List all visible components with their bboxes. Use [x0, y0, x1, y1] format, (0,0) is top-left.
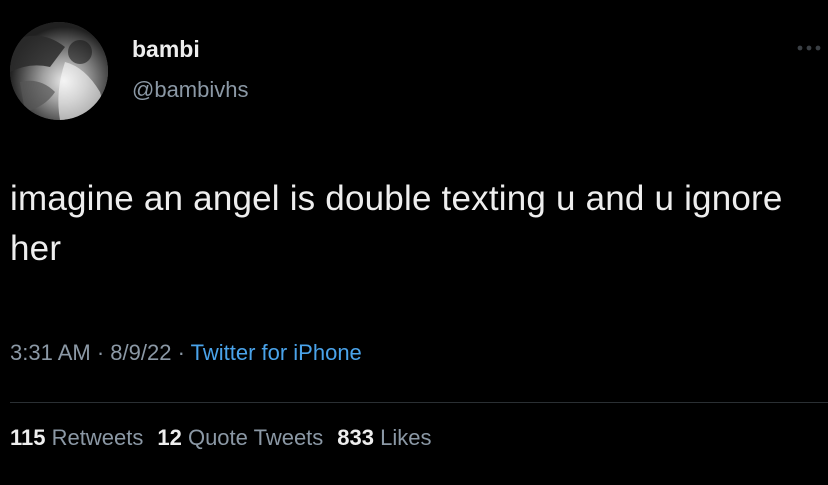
likes-count: 833 [337, 425, 375, 450]
quote-tweets-stat[interactable]: 12 Quote Tweets [157, 425, 323, 450]
likes-label: Likes [380, 425, 432, 450]
meta-separator: · [171, 340, 191, 365]
tweet-stats: 115 Retweets 12 Quote Tweets 833 Likes [10, 425, 446, 451]
profile-photo-icon [10, 22, 108, 120]
tweet-source-link[interactable]: Twitter for iPhone [191, 340, 362, 365]
tweet-date[interactable]: 8/9/22 [110, 340, 171, 365]
avatar[interactable] [10, 22, 108, 120]
tweet-text: imagine an angel is double texting u and… [10, 179, 783, 268]
likes-stat[interactable]: 833 Likes [337, 425, 431, 450]
display-name[interactable]: bambi [132, 36, 200, 63]
retweets-stat[interactable]: 115 Retweets [10, 425, 143, 450]
more-options-icon[interactable] [796, 43, 826, 53]
meta-separator: · [90, 340, 111, 365]
retweets-label: Retweets [51, 425, 144, 450]
tweet-card: bambi @bambivhs imagine an angel is doub… [0, 0, 828, 485]
tweet-time[interactable]: 3:31 AM [10, 340, 91, 365]
quote-tweets-label: Quote Tweets [187, 425, 324, 450]
user-handle[interactable]: @bambivhs [132, 77, 249, 103]
retweets-count: 115 [10, 425, 46, 450]
tweet-metadata: 3:31 AM · 8/9/22 · Twitter for iPhone [10, 340, 362, 366]
divider [10, 402, 828, 403]
quote-tweets-count: 12 [157, 425, 182, 450]
